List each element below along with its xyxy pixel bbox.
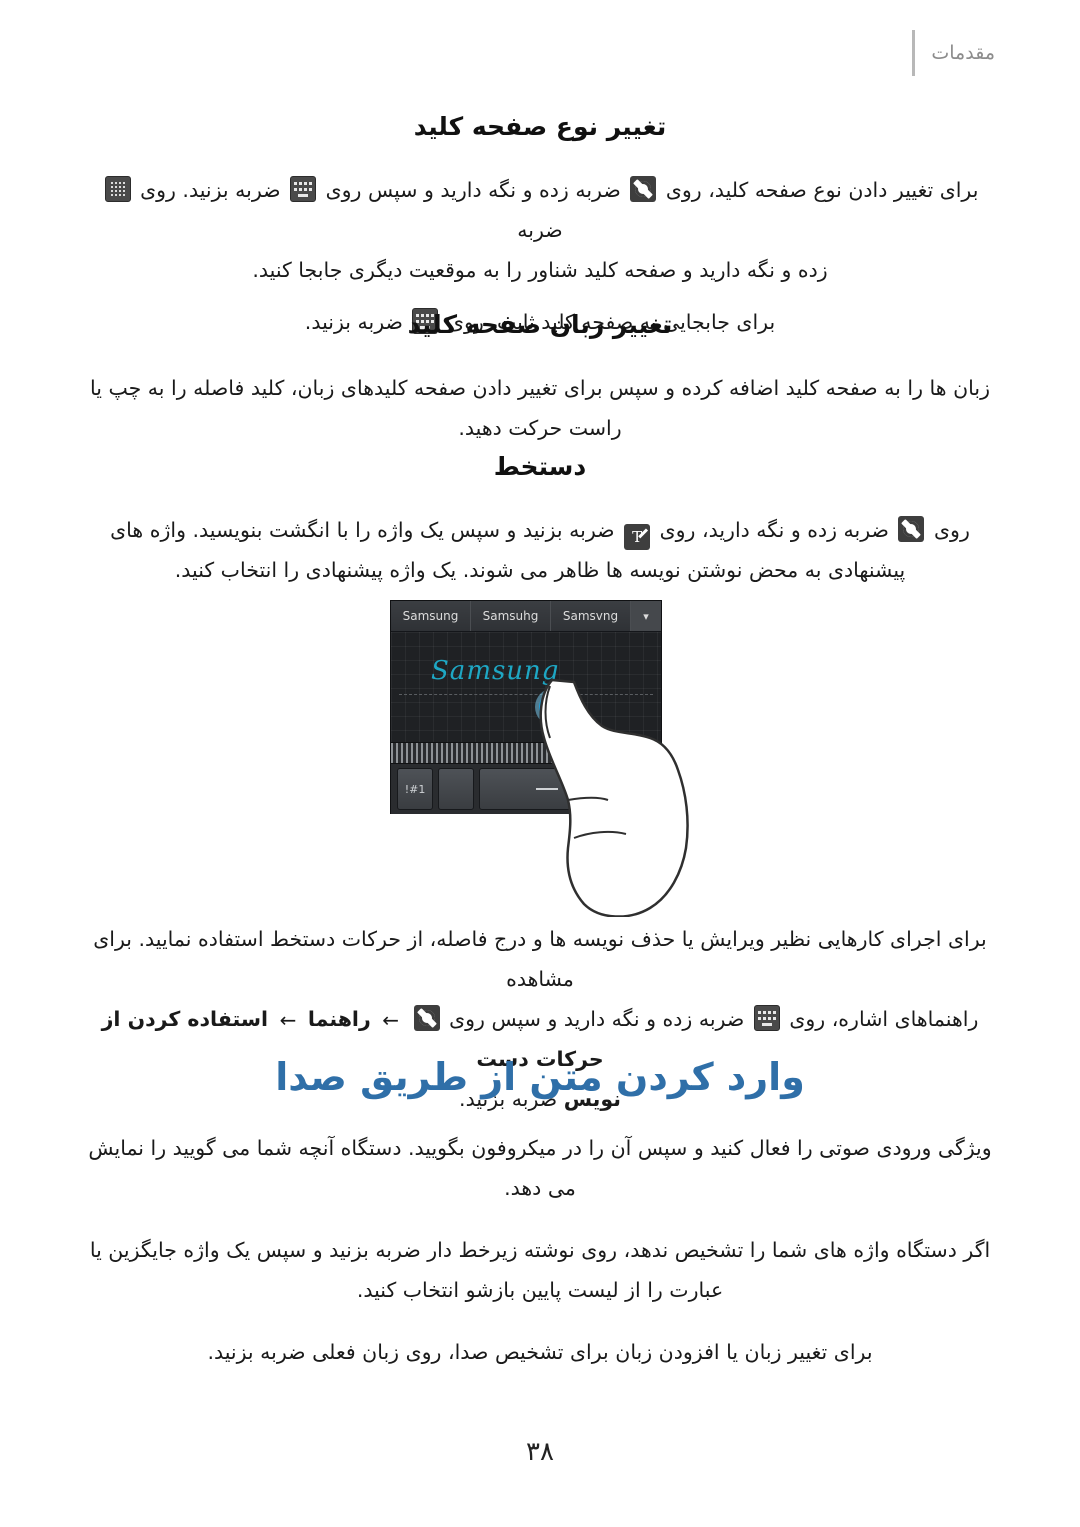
text-run-1: برای تغییر دادن نوع صفحه کلید، روی bbox=[665, 178, 979, 202]
finger-illustration bbox=[539, 678, 689, 917]
document-page: مقدمات تغییر نوع صفحه کلید برای تغییر دا… bbox=[0, 0, 1080, 1527]
header-divider bbox=[912, 30, 916, 76]
text-run-12: برای اجرای کارهایی نظیر ویرایش یا حذف نو… bbox=[93, 927, 987, 991]
handle-dots-icon bbox=[104, 176, 131, 202]
section-title-keyboard-type: تغییر نوع صفحه کلید bbox=[413, 112, 667, 141]
symbols-key[interactable]: !#1 bbox=[397, 768, 433, 810]
paragraph-voice-1: ویژگی ورودی صوتی را فعال کنید و سپس آن ر… bbox=[88, 1136, 992, 1200]
page-header: مقدمات bbox=[912, 30, 995, 76]
text-run-10: ضربه بزنید و سپس یک واژه را با انگشت بنو… bbox=[110, 518, 615, 542]
handwriting-illustration: Samsung Samsuhg Samsvng ▾ Samsung !#1 ↵ bbox=[0, 600, 1080, 920]
header-title: مقدمات bbox=[931, 42, 995, 64]
gear-icon-2 bbox=[898, 516, 925, 542]
text-run-4: ضربه bbox=[517, 217, 563, 242]
paragraph-voice-2: اگر دستگاه واژه های شما را تشخیص ندهد، ر… bbox=[89, 1237, 991, 1302]
gear-icon-3 bbox=[413, 1004, 440, 1031]
chapter-title-voice-input: وارد کردن متن از طریق صدا bbox=[275, 1055, 805, 1099]
candidate-bar: Samsung Samsuhg Samsvng ▾ bbox=[391, 601, 661, 632]
text-run-14: ضربه زده و نگه دارید و سپس روی bbox=[449, 1006, 745, 1031]
paragraph-keyboard-type-1: برای تغییر دادن نوع صفحه کلید، روی ضربه … bbox=[85, 171, 995, 291]
section-voice-input: وارد کردن متن از طریق صدا ویژگی ورودی صو… bbox=[85, 1055, 995, 1373]
chevron-down-icon[interactable]: ▾ bbox=[630, 601, 661, 631]
arrow-icon-2: ← bbox=[279, 1007, 297, 1032]
keyboard-icon bbox=[290, 176, 317, 202]
page-number: ۳۸ bbox=[526, 1437, 554, 1467]
text-run-13: راهنماهای اشاره، روی bbox=[789, 1006, 979, 1031]
paragraph-keyboard-language-1: زبان ها را به صفحه کلید اضافه کرده و سپس… bbox=[90, 376, 990, 440]
text-run-11: پیشنهادی به محض نوشتن نویسه ها ظاهر می ش… bbox=[174, 557, 906, 582]
settings-key[interactable] bbox=[438, 768, 474, 810]
candidate-word-3[interactable]: Samsvng bbox=[550, 601, 630, 631]
arrow-icon-1: ← bbox=[382, 1007, 400, 1032]
section-handwriting: دستخط روی ضربه زده و نگه دارید، روی T ضر… bbox=[85, 452, 995, 591]
handwriting-icon: T bbox=[624, 524, 651, 550]
gear-icon bbox=[630, 176, 657, 202]
section-title-keyboard-language: تغییر زبان صفحه کلید bbox=[407, 310, 673, 339]
menu-path-help: راهنما bbox=[307, 1006, 371, 1031]
text-run-8: روی bbox=[934, 518, 970, 542]
section-title-handwriting: دستخط bbox=[493, 452, 587, 481]
section-keyboard-type: تغییر نوع صفحه کلید برای تغییر دادن نوع … bbox=[85, 112, 995, 343]
text-run-5: زده و نگه دارید و صفحه کلید شناور را به … bbox=[252, 257, 828, 282]
paragraph-voice-3: برای تغییر زبان یا افزودن زبان برای تشخی… bbox=[207, 1339, 873, 1364]
section-keyboard-language: تغییر زبان صفحه کلید زبان ها را به صفحه … bbox=[85, 310, 995, 449]
text-run-3: ضربه بزنید. روی bbox=[140, 178, 281, 202]
text-run-9: ضربه زده و نگه دارید، روی bbox=[659, 518, 889, 542]
paragraph-handwriting-1: روی ضربه زده و نگه دارید، روی T ضربه بزن… bbox=[85, 511, 995, 591]
candidate-word-1[interactable]: Samsung bbox=[391, 601, 470, 631]
candidate-word-2[interactable]: Samsuhg bbox=[470, 601, 550, 631]
keyboard-icon-3 bbox=[753, 1004, 780, 1031]
text-run-2: ضربه زده و نگه دارید و سپس روی bbox=[325, 178, 621, 202]
